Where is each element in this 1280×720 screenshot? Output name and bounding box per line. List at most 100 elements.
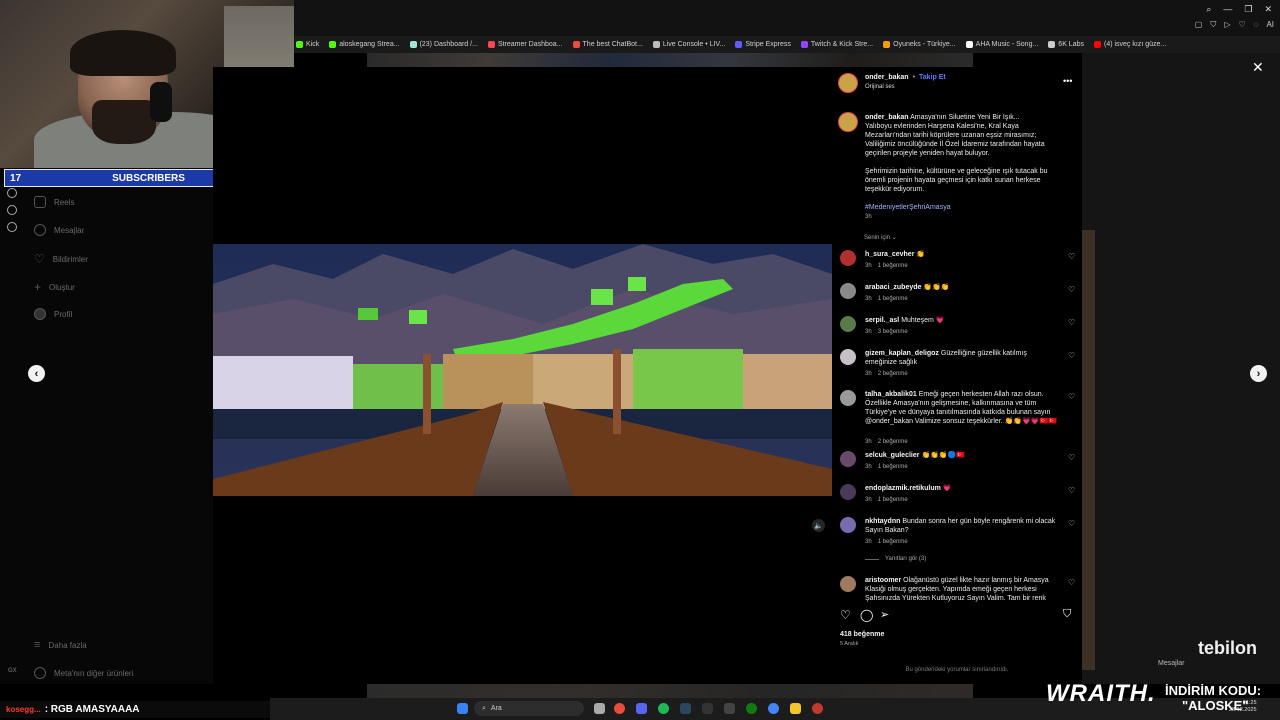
chrome-icon[interactable] [768, 703, 779, 714]
view-replies[interactable]: Yanıtları gör (3) [865, 556, 926, 562]
folder-icon[interactable] [790, 703, 801, 714]
sidebar-item-reels[interactable]: Reels [34, 196, 74, 208]
bookmark-item[interactable]: Live Console • LIV... [652, 41, 725, 48]
shield-icon[interactable]: ⛉ [1210, 20, 1216, 30]
play-icon[interactable]: ▷ [1224, 20, 1230, 30]
bookmark-item[interactable]: aloskegang Strea... [329, 41, 400, 48]
bookmark-item[interactable]: AHA Music - Song... [965, 41, 1038, 48]
extension-icon[interactable]: ▢ [1195, 20, 1203, 30]
post-video[interactable] [213, 244, 832, 496]
comment-like-icon[interactable]: ♡ [1068, 519, 1075, 528]
share-icon[interactable]: ➢ [880, 608, 889, 621]
comment-like-icon[interactable]: ♡ [1068, 351, 1075, 360]
discord-icon[interactable] [636, 703, 647, 714]
sidebar-meta[interactable]: Meta'nın diğer ürünleri [34, 667, 133, 679]
sidebar-item-messages[interactable]: Mesajlar [34, 224, 84, 236]
prev-post-button[interactable]: ‹ [28, 365, 45, 382]
task-view-icon[interactable] [594, 703, 605, 714]
bookmark-item[interactable]: Streamer Dashboa... [487, 41, 563, 48]
follow-button[interactable]: Takip Et [919, 74, 946, 81]
clock-icon[interactable] [7, 188, 17, 198]
comment-like-icon[interactable]: ♡ [1068, 285, 1075, 294]
sidebar-item-create[interactable]: + Oluştur [34, 280, 75, 294]
bookmark-item[interactable]: (4) isveç kızı güze... [1093, 41, 1166, 48]
bookmark-item[interactable]: (23) Dashboard /... [409, 41, 478, 48]
bookmark-item[interactable]: Twitch & Kick Stre... [800, 41, 873, 48]
commenter-avatar[interactable] [840, 576, 856, 592]
commenter-avatar[interactable] [840, 390, 856, 406]
comment-username[interactable]: aristoomer [865, 577, 901, 584]
messages-popup-label[interactable]: Mesajlar [1158, 660, 1184, 667]
comment-username[interactable]: gizem_kaplan_deligoz [865, 350, 939, 357]
caption-avatar[interactable] [838, 112, 858, 132]
hashtag-link[interactable]: #MedeniyetlerŞehriAmasya [865, 204, 951, 211]
comment-username[interactable]: talha_akbalik01 [865, 391, 917, 398]
comment-username[interactable]: nkhtaydnn [865, 518, 900, 525]
comment-like-icon[interactable]: ♡ [1068, 392, 1075, 401]
save-icon[interactable]: ⛉ [1063, 608, 1071, 621]
bookmark-item[interactable]: 6K Labs [1048, 41, 1084, 48]
comment-like-icon[interactable]: ♡ [1068, 453, 1075, 462]
comment-icon[interactable]: ◯ [860, 608, 873, 622]
bookmark-item[interactable]: Stripe Express [735, 41, 791, 48]
mute-icon[interactable]: 🔈 [812, 519, 825, 532]
chat-icon[interactable]: ◌ [1254, 20, 1259, 30]
chat-icon[interactable] [7, 205, 17, 215]
epic-games-icon[interactable] [702, 703, 713, 714]
restore-icon[interactable]: ❐ [1244, 4, 1252, 15]
sort-dropdown[interactable]: Senin için ⌄ [864, 234, 897, 241]
app-icon[interactable] [724, 703, 735, 714]
comment-like-icon[interactable]: ♡ [1068, 252, 1075, 261]
obs-icon[interactable] [812, 703, 823, 714]
taskbar-search[interactable]: ⌕ Ara [474, 701, 584, 716]
sidebar-item-profile[interactable]: Profil [34, 308, 72, 320]
commenter-avatar[interactable] [840, 316, 856, 332]
commenter-avatar[interactable] [840, 250, 856, 266]
comment-like-icon[interactable]: ♡ [1068, 578, 1075, 587]
comment-likes[interactable]: 1 beğenme [878, 497, 908, 503]
like-icon[interactable]: ♡ [840, 608, 851, 622]
comment-likes[interactable]: 1 beğenme [878, 263, 908, 269]
comment-likes[interactable]: 3 beğenme [878, 329, 908, 335]
comment-likes[interactable]: 2 beğenme [878, 439, 908, 445]
sidebar-item-notifications[interactable]: ♡ Bildirimler [34, 252, 88, 266]
bookmark-item[interactable]: The best ChatBot... [572, 41, 643, 48]
search-icon[interactable]: ⌕ [1206, 4, 1211, 15]
more-options-icon[interactable]: ••• [1063, 76, 1072, 86]
likes-count[interactable]: 418 beğenme [840, 631, 884, 638]
commenter-avatar[interactable] [840, 484, 856, 500]
comment-likes[interactable]: 2 beğenme [878, 371, 908, 377]
comment-username[interactable]: serpil._asl [865, 317, 899, 324]
comment-username[interactable]: endoplazmik.retikulum [865, 485, 941, 492]
audio-label[interactable]: Orijinal ses [865, 84, 895, 90]
next-post-button[interactable]: › [1250, 365, 1267, 382]
commenter-avatar[interactable] [840, 349, 856, 365]
commenter-avatar[interactable] [840, 517, 856, 533]
steam-icon[interactable] [680, 703, 691, 714]
bookmark-item[interactable]: Kick [296, 41, 319, 48]
bookmark-item[interactable]: Oyuneks - Türkiye... [883, 41, 956, 48]
xbox-icon[interactable] [746, 703, 757, 714]
opera-gx-icon[interactable] [614, 703, 625, 714]
spotify-icon[interactable] [658, 703, 669, 714]
ai-label[interactable]: AI [1266, 20, 1274, 30]
commenter-avatar[interactable] [840, 283, 856, 299]
comment-username[interactable]: selcuk_guleclier [865, 452, 919, 459]
author-username[interactable]: onder_bakan [865, 74, 909, 81]
heart-icon[interactable]: ♡ [1239, 20, 1246, 30]
comment-like-icon[interactable]: ♡ [1068, 318, 1075, 327]
close-icon[interactable]: ✕ [1252, 59, 1264, 76]
comment-likes[interactable]: 1 beğenme [878, 296, 908, 302]
comment-username[interactable]: arabaci_zubeyde [865, 284, 921, 291]
minimize-icon[interactable]: — [1223, 4, 1232, 15]
gear-icon[interactable] [7, 222, 17, 232]
commenter-avatar[interactable] [840, 451, 856, 467]
comment-like-icon[interactable]: ♡ [1068, 486, 1075, 495]
comment-likes[interactable]: 1 beğenme [878, 539, 908, 545]
sidebar-more[interactable]: ≡ Daha fazla [34, 639, 87, 651]
close-window-icon[interactable]: ✕ [1264, 4, 1272, 15]
comment-username[interactable]: h_sura_cevher [865, 251, 914, 258]
author-avatar[interactable] [838, 73, 858, 93]
comment-likes[interactable]: 1 beğenme [878, 464, 908, 470]
windows-start-icon[interactable] [457, 703, 468, 714]
